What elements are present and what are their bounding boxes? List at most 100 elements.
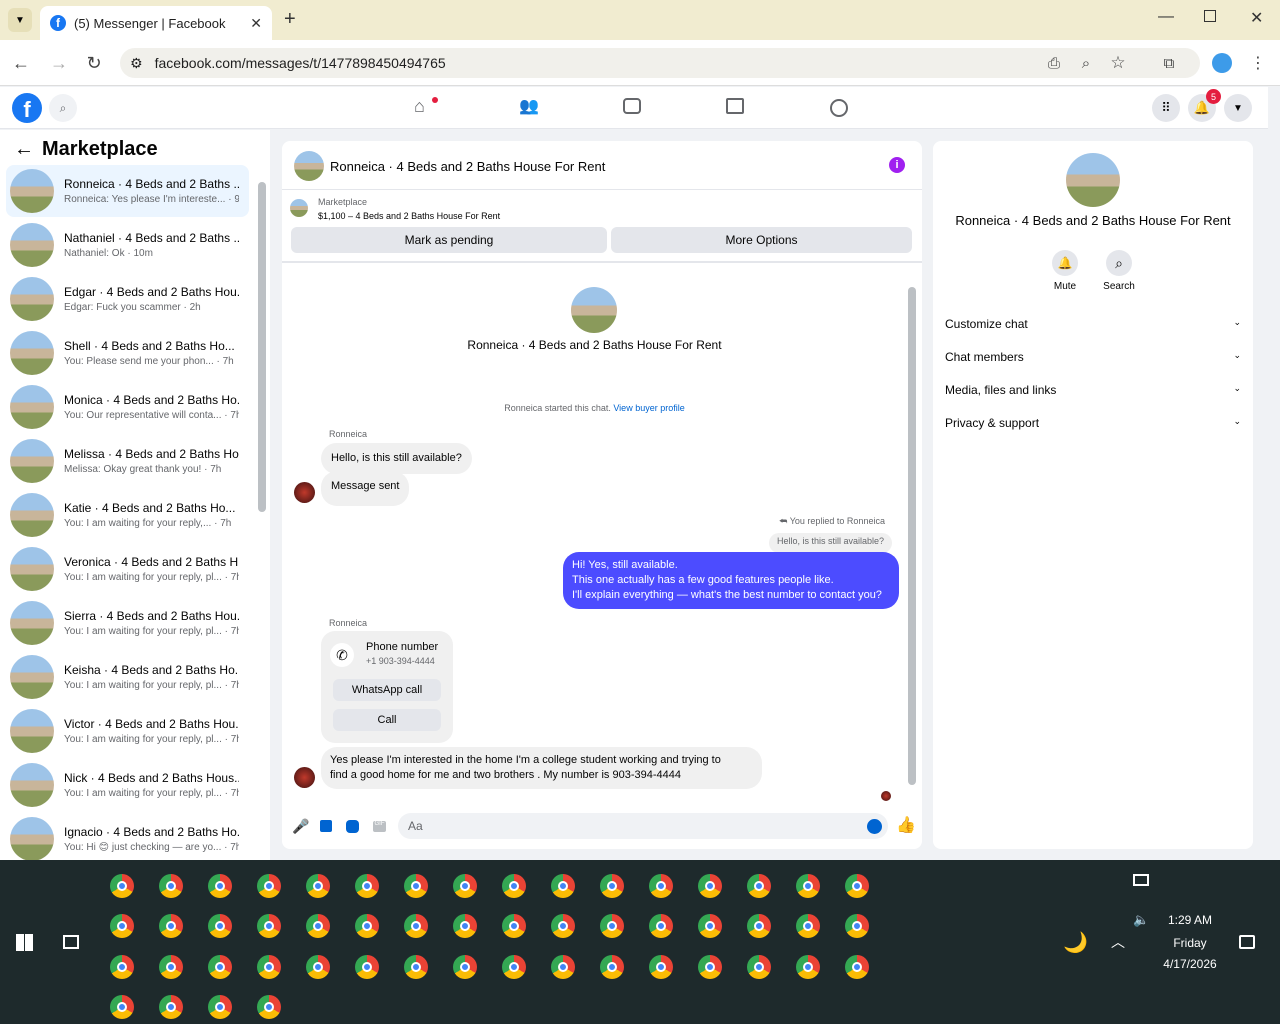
windows-start-icon[interactable] bbox=[16, 934, 33, 951]
taskbar-browser-icon[interactable] bbox=[796, 914, 820, 938]
chat-header-avatar[interactable] bbox=[294, 151, 324, 181]
taskbar-browser-icon[interactable] bbox=[257, 955, 281, 979]
quoted-message[interactable]: Hello, is this still available? bbox=[769, 533, 893, 553]
close-window-button[interactable]: ✕ bbox=[1250, 8, 1263, 28]
message-input[interactable]: Aa bbox=[398, 813, 888, 839]
taskbar-browser-icon[interactable] bbox=[845, 874, 869, 898]
back-icon[interactable]: ← bbox=[8, 50, 34, 76]
chat-scrollbar[interactable] bbox=[908, 287, 916, 785]
home-nav-icon[interactable]: ⌂ bbox=[414, 96, 425, 117]
conversation-item[interactable]: Ronneica · 4 Beds and 2 Baths ... Ronneic… bbox=[6, 165, 249, 217]
taskbar-browser-icon[interactable] bbox=[796, 955, 820, 979]
new-tab-button[interactable]: + bbox=[284, 8, 296, 31]
menu-grid-icon[interactable]: ⠿ bbox=[1152, 94, 1180, 122]
conversation-item[interactable]: Veronica · 4 Beds and 2 Baths H... You: I… bbox=[6, 543, 249, 595]
taskbar-browser-icon[interactable] bbox=[845, 955, 869, 979]
chat-header-title[interactable]: Ronneica · 4 Beds and 2 Baths House For … bbox=[330, 159, 605, 174]
restore-button[interactable] bbox=[1204, 10, 1216, 22]
taskbar-browser-icon[interactable] bbox=[600, 955, 624, 979]
conversation-item[interactable]: Katie · 4 Beds and 2 Baths Ho... You: I a… bbox=[6, 489, 249, 541]
emoji-icon[interactable] bbox=[867, 819, 882, 834]
microphone-icon[interactable]: 🎤 bbox=[292, 818, 309, 835]
taskbar-browser-icon[interactable] bbox=[404, 955, 428, 979]
taskbar-browser-icon[interactable] bbox=[747, 955, 771, 979]
info-icon[interactable]: i bbox=[889, 157, 905, 173]
show-hidden-icons[interactable]: ︿ bbox=[1111, 932, 1125, 952]
page-scrollbar[interactable] bbox=[1268, 87, 1280, 860]
extensions-icon[interactable]: ⧉ bbox=[1156, 50, 1182, 76]
taskbar-browser-icon[interactable] bbox=[306, 874, 330, 898]
bookmark-star-icon[interactable]: ☆ bbox=[1105, 50, 1131, 76]
taskbar-browser-icon[interactable] bbox=[649, 914, 673, 938]
call-button[interactable]: Call bbox=[333, 709, 441, 731]
media-files-links-section[interactable]: Media, files and links ⌄ bbox=[945, 383, 1241, 397]
conversation-item[interactable]: Keisha · 4 Beds and 2 Baths Ho... You: I … bbox=[6, 651, 249, 703]
taskbar-browser-icon[interactable] bbox=[110, 914, 134, 938]
forward-icon[interactable]: → bbox=[46, 50, 72, 76]
taskbar-browser-icon[interactable] bbox=[453, 874, 477, 898]
search-icon[interactable]: ⌕ bbox=[49, 94, 77, 122]
address-bar[interactable]: ⚙ facebook.com/messages/t/14778984504947… bbox=[120, 48, 1200, 78]
clock-date[interactable]: 4/17/2026 bbox=[1150, 957, 1230, 971]
gif-icon[interactable]: GIF bbox=[373, 821, 386, 832]
taskbar-browser-icon[interactable] bbox=[747, 874, 771, 898]
taskbar-browser-icon[interactable] bbox=[600, 914, 624, 938]
chat-members-section[interactable]: Chat members ⌄ bbox=[945, 350, 1241, 364]
facebook-logo-icon[interactable]: f bbox=[12, 93, 42, 123]
minimize-button[interactable]: — bbox=[1158, 8, 1174, 26]
taskbar-browser-icon[interactable] bbox=[208, 914, 232, 938]
conversation-item[interactable]: Melissa · 4 Beds and 2 Baths Ho... Meliss… bbox=[6, 435, 249, 487]
taskbar-browser-icon[interactable] bbox=[159, 874, 183, 898]
listing-thumbnail[interactable] bbox=[290, 199, 308, 217]
taskbar-browser-icon[interactable] bbox=[698, 914, 722, 938]
taskbar-browser-icon[interactable] bbox=[306, 955, 330, 979]
taskbar-browser-icon[interactable] bbox=[453, 955, 477, 979]
browser-menu-icon[interactable]: ⋮ bbox=[1245, 50, 1271, 76]
clock-time[interactable]: 1:29 AM bbox=[1150, 913, 1230, 927]
sticker-icon[interactable] bbox=[346, 820, 359, 833]
thumbs-up-icon[interactable]: 👍 bbox=[896, 815, 916, 835]
notification-center-icon[interactable] bbox=[1239, 935, 1255, 949]
sidebar-scrollbar[interactable] bbox=[258, 182, 266, 512]
conversation-item[interactable]: Nick · 4 Beds and 2 Baths Hous... You: I … bbox=[6, 759, 249, 811]
site-info-icon[interactable]: ⚙ bbox=[130, 55, 143, 72]
taskbar-browser-icon[interactable] bbox=[404, 914, 428, 938]
profile-avatar[interactable] bbox=[1212, 53, 1232, 73]
conversation-item[interactable]: Edgar · 4 Beds and 2 Baths Hou... Edgar: … bbox=[6, 273, 249, 325]
taskbar-browser-icon[interactable] bbox=[208, 955, 232, 979]
conversation-item[interactable]: Victor · 4 Beds and 2 Baths Hou... You: I… bbox=[6, 705, 249, 757]
mute-bell-icon[interactable]: 🔔 bbox=[1052, 250, 1078, 276]
taskbar-browser-icon[interactable] bbox=[110, 955, 134, 979]
taskbar-browser-icon[interactable] bbox=[208, 874, 232, 898]
search-conversation-icon[interactable]: ⌕ bbox=[1106, 250, 1132, 276]
incoming-message[interactable]: Message sent bbox=[321, 471, 410, 506]
taskbar-browser-icon[interactable] bbox=[600, 874, 624, 898]
close-tab-icon[interactable]: ✕ bbox=[250, 15, 262, 32]
taskbar-browser-icon[interactable] bbox=[698, 955, 722, 979]
task-view-icon[interactable] bbox=[63, 935, 79, 949]
reload-icon[interactable]: ↻ bbox=[81, 50, 107, 76]
taskbar-browser-icon[interactable] bbox=[698, 874, 722, 898]
taskbar-browser-icon[interactable] bbox=[355, 955, 379, 979]
taskbar-browser-icon[interactable] bbox=[453, 914, 477, 938]
whatsapp-call-button[interactable]: WhatsApp call bbox=[333, 679, 441, 701]
conversation-item[interactable]: Ignacio · 4 Beds and 2 Baths Ho... You: H… bbox=[6, 813, 249, 865]
conversation-item[interactable]: Nathaniel · 4 Beds and 2 Baths ... Nathan… bbox=[6, 219, 249, 271]
taskbar-browser-icon[interactable] bbox=[208, 995, 232, 1019]
info-avatar[interactable] bbox=[1066, 153, 1120, 207]
incoming-message[interactable]: Hello, is this still available? bbox=[321, 443, 472, 474]
taskbar-browser-icon[interactable] bbox=[257, 874, 281, 898]
taskbar-browser-icon[interactable] bbox=[159, 995, 183, 1019]
taskbar-browser-icon[interactable] bbox=[551, 914, 575, 938]
incoming-message[interactable]: Yes please I'm interested in the home I'… bbox=[321, 747, 762, 789]
privacy-support-section[interactable]: Privacy & support ⌄ bbox=[945, 416, 1241, 430]
taskbar-browser-icon[interactable] bbox=[845, 914, 869, 938]
friends-nav-icon[interactable]: 👥 bbox=[519, 96, 539, 116]
night-light-icon[interactable]: 🌙 bbox=[1063, 930, 1088, 955]
outgoing-message[interactable]: Hi! Yes, still available. This one actua… bbox=[563, 552, 899, 609]
mark-pending-button[interactable]: Mark as pending bbox=[291, 227, 607, 253]
photo-icon[interactable] bbox=[320, 820, 332, 832]
taskbar-browser-icon[interactable] bbox=[404, 874, 428, 898]
taskbar-browser-icon[interactable] bbox=[649, 874, 673, 898]
conversation-item[interactable]: Monica · 4 Beds and 2 Baths Ho... You: Ou… bbox=[6, 381, 249, 433]
